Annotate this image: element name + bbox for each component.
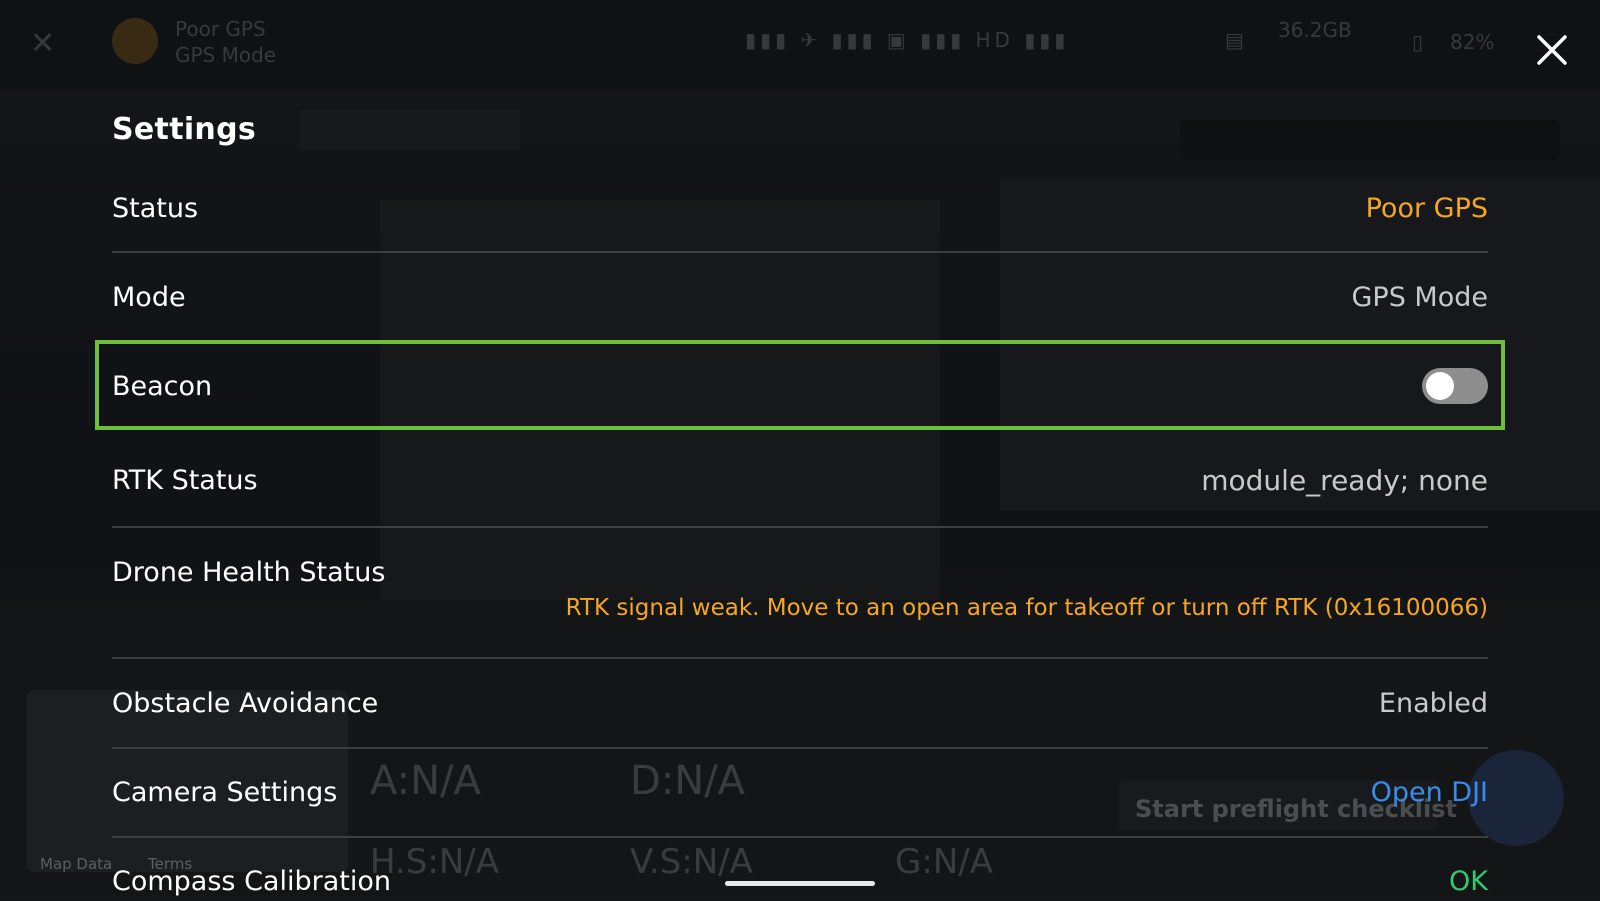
drone-health-label: Drone Health Status <box>112 556 386 588</box>
compass-calibration-label: Compass Calibration <box>112 865 391 897</box>
obstacle-avoidance-value: Enabled <box>1378 687 1488 719</box>
mode-label: Mode <box>112 281 186 313</box>
open-dji-link[interactable]: Open DJI <box>1371 777 1488 808</box>
beacon-toggle[interactable] <box>1422 368 1488 404</box>
toggle-knob <box>1426 372 1454 400</box>
home-indicator[interactable] <box>725 881 875 886</box>
obstacle-avoidance-label: Obstacle Avoidance <box>112 687 379 719</box>
mode-value: GPS Mode <box>1351 281 1489 313</box>
rtk-status-label: RTK Status <box>112 464 258 496</box>
status-label: Status <box>112 192 199 224</box>
divider <box>112 747 1488 749</box>
hud-gps-badge-icon <box>112 18 158 64</box>
hud-battery: 82% <box>1450 30 1495 54</box>
close-button[interactable] <box>1530 28 1574 72</box>
page-title: Settings <box>112 112 257 147</box>
settings-row-beacon: Beacon <box>112 366 1488 406</box>
compass-calibration-value: OK <box>1449 865 1488 897</box>
camera-settings-label: Camera Settings <box>112 776 338 808</box>
close-icon <box>1537 35 1567 65</box>
divider <box>112 251 1488 253</box>
divider <box>112 657 1488 659</box>
rtk-status-value: module_ready; none <box>1201 463 1488 497</box>
hud-signal-icons: ▮▮▮ ✈ ▮▮▮ ▣ ▮▮▮ HD ▮▮▮ <box>745 28 1070 52</box>
settings-row-mode: Mode GPS Mode <box>112 277 1488 317</box>
hud-sd-card-icon: ▤ <box>1225 28 1244 52</box>
settings-row-obstacle-avoidance: Obstacle Avoidance Enabled <box>112 683 1488 723</box>
hud-storage: 36.2GB <box>1278 18 1352 42</box>
hud-map-data: Map Data <box>40 855 113 873</box>
status-value: Poor GPS <box>1365 192 1488 224</box>
beacon-label: Beacon <box>112 370 213 402</box>
drone-health-warning: RTK signal weak. Move to an open area fo… <box>565 595 1488 621</box>
divider <box>112 526 1488 528</box>
hud-gps-status-text: Poor GPS <box>175 17 266 41</box>
settings-row-camera-settings: Camera Settings Open DJI <box>112 772 1488 812</box>
hud-gps-status: Poor GPS GPS Mode <box>175 16 276 68</box>
hud-gps-mode-text: GPS Mode <box>175 43 277 67</box>
settings-row-rtk-status: RTK Status module_ready; none <box>112 460 1488 500</box>
hud-battery-icon: ▯ <box>1412 30 1424 54</box>
divider <box>112 836 1488 838</box>
settings-row-status: Status Poor GPS <box>112 188 1488 228</box>
hud-close-icon: ✕ <box>30 26 56 61</box>
settings-row-drone-health: Drone Health Status <box>112 552 1488 592</box>
